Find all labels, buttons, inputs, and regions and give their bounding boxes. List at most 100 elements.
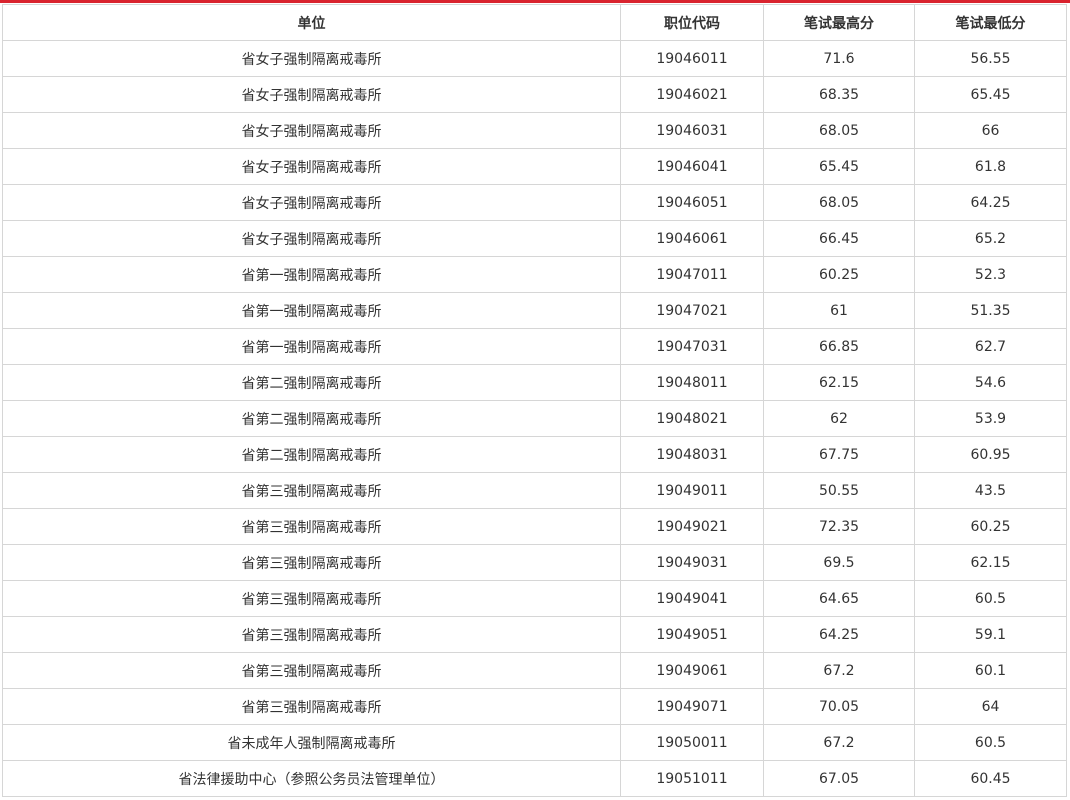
cell-unit: 省第一强制隔离戒毒所 (2, 292, 621, 329)
table-row: 省女子强制隔离戒毒所 19046021 68.35 65.45 (2, 76, 1067, 113)
header-row: 单位 职位代码 笔试最高分 笔试最低分 (2, 4, 1067, 41)
cell-position-code: 19048011 (620, 364, 764, 401)
page: 单位 职位代码 笔试最高分 笔试最低分 省女子强制隔离戒毒所 19046011 71… (0, 0, 1070, 800)
table-row: 省法律援助中心（参照公务员法管理单位） 19051011 67.05 60.45 (2, 760, 1067, 797)
table-row: 省第二强制隔离戒毒所 19048031 67.75 60.95 (2, 436, 1067, 473)
cell-position-code: 19048021 (620, 400, 764, 437)
table-row: 省第二强制隔离戒毒所 19048011 62.15 54.6 (2, 364, 1067, 401)
cell-unit: 省未成年人强制隔离戒毒所 (2, 724, 621, 761)
cell-lowest-score: 64 (914, 688, 1067, 725)
cell-position-code: 19046041 (620, 148, 764, 185)
cell-highest-score: 66.45 (763, 220, 915, 257)
cell-position-code: 19051011 (620, 760, 764, 797)
cell-lowest-score: 43.5 (914, 472, 1067, 509)
cell-highest-score: 71.6 (763, 40, 915, 77)
table-row: 省第三强制隔离戒毒所 19049031 69.5 62.15 (2, 544, 1067, 581)
cell-unit: 省女子强制隔离戒毒所 (2, 112, 621, 149)
cell-position-code: 19050011 (620, 724, 764, 761)
cell-lowest-score: 64.25 (914, 184, 1067, 221)
header-unit: 单位 (2, 4, 621, 41)
score-table-body: 省女子强制隔离戒毒所 19046011 71.6 56.55 省女子强制隔离戒毒所 190… (2, 40, 1067, 797)
header-highest-score: 笔试最高分 (763, 4, 915, 41)
cell-unit: 省第三强制隔离戒毒所 (2, 472, 621, 509)
cell-position-code: 19047031 (620, 328, 764, 365)
cell-position-code: 19049011 (620, 472, 764, 509)
cell-highest-score: 67.75 (763, 436, 915, 473)
header-position-code: 职位代码 (620, 4, 764, 41)
table-row: 省第一强制隔离戒毒所 19047011 60.25 52.3 (2, 256, 1067, 293)
cell-highest-score: 68.35 (763, 76, 915, 113)
cell-lowest-score: 60.1 (914, 652, 1067, 689)
cell-lowest-score: 60.5 (914, 580, 1067, 617)
cell-lowest-score: 62.7 (914, 328, 1067, 365)
cell-position-code: 19048031 (620, 436, 764, 473)
cell-highest-score: 67.2 (763, 724, 915, 761)
cell-position-code: 19046061 (620, 220, 764, 257)
cell-unit: 省第三强制隔离戒毒所 (2, 580, 621, 617)
cell-lowest-score: 65.45 (914, 76, 1067, 113)
table-row: 省第三强制隔离戒毒所 19049051 64.25 59.1 (2, 616, 1067, 653)
cell-position-code: 19049031 (620, 544, 764, 581)
cell-unit: 省第三强制隔离戒毒所 (2, 544, 621, 581)
cell-lowest-score: 60.95 (914, 436, 1067, 473)
cell-position-code: 19046021 (620, 76, 764, 113)
cell-unit: 省女子强制隔离戒毒所 (2, 40, 621, 77)
cell-position-code: 19049021 (620, 508, 764, 545)
cell-highest-score: 67.2 (763, 652, 915, 689)
cell-position-code: 19049071 (620, 688, 764, 725)
cell-lowest-score: 53.9 (914, 400, 1067, 437)
score-table-header: 单位 职位代码 笔试最高分 笔试最低分 (2, 4, 1067, 41)
cell-highest-score: 64.65 (763, 580, 915, 617)
cell-highest-score: 67.05 (763, 760, 915, 797)
table-row: 省第三强制隔离戒毒所 19049061 67.2 60.1 (2, 652, 1067, 689)
cell-highest-score: 68.05 (763, 112, 915, 149)
cell-highest-score: 68.05 (763, 184, 915, 221)
cell-lowest-score: 60.45 (914, 760, 1067, 797)
cell-highest-score: 66.85 (763, 328, 915, 365)
table-row: 省第三强制隔离戒毒所 19049071 70.05 64 (2, 688, 1067, 725)
table-row: 省第一强制隔离戒毒所 19047031 66.85 62.7 (2, 328, 1067, 365)
cell-position-code: 19046051 (620, 184, 764, 221)
cell-unit: 省第三强制隔离戒毒所 (2, 652, 621, 689)
cell-unit: 省女子强制隔离戒毒所 (2, 184, 621, 221)
cell-highest-score: 65.45 (763, 148, 915, 185)
cell-unit: 省第三强制隔离戒毒所 (2, 688, 621, 725)
table-row: 省女子强制隔离戒毒所 19046011 71.6 56.55 (2, 40, 1067, 77)
cell-position-code: 19047021 (620, 292, 764, 329)
cell-unit: 省第二强制隔离戒毒所 (2, 364, 621, 401)
cell-unit: 省第二强制隔离戒毒所 (2, 400, 621, 437)
cell-position-code: 19049061 (620, 652, 764, 689)
table-row: 省第三强制隔离戒毒所 19049011 50.55 43.5 (2, 472, 1067, 509)
cell-lowest-score: 60.5 (914, 724, 1067, 761)
table-row: 省第三强制隔离戒毒所 19049021 72.35 60.25 (2, 508, 1067, 545)
score-table: 单位 职位代码 笔试最高分 笔试最低分 省女子强制隔离戒毒所 19046011 71… (2, 4, 1067, 797)
top-accent-line (0, 0, 1070, 3)
table-row: 省第二强制隔离戒毒所 19048021 62 53.9 (2, 400, 1067, 437)
cell-highest-score: 69.5 (763, 544, 915, 581)
cell-lowest-score: 59.1 (914, 616, 1067, 653)
table-row: 省第一强制隔离戒毒所 19047021 61 51.35 (2, 292, 1067, 329)
cell-unit: 省法律援助中心（参照公务员法管理单位） (2, 760, 621, 797)
cell-lowest-score: 62.15 (914, 544, 1067, 581)
cell-lowest-score: 61.8 (914, 148, 1067, 185)
table-row: 省第三强制隔离戒毒所 19049041 64.65 60.5 (2, 580, 1067, 617)
cell-highest-score: 62.15 (763, 364, 915, 401)
cell-highest-score: 64.25 (763, 616, 915, 653)
cell-highest-score: 60.25 (763, 256, 915, 293)
cell-position-code: 19049051 (620, 616, 764, 653)
cell-lowest-score: 60.25 (914, 508, 1067, 545)
cell-unit: 省女子强制隔离戒毒所 (2, 76, 621, 113)
cell-position-code: 19046031 (620, 112, 764, 149)
cell-position-code: 19047011 (620, 256, 764, 293)
cell-unit: 省第三强制隔离戒毒所 (2, 616, 621, 653)
cell-highest-score: 50.55 (763, 472, 915, 509)
table-row: 省未成年人强制隔离戒毒所 19050011 67.2 60.5 (2, 724, 1067, 761)
cell-unit: 省第二强制隔离戒毒所 (2, 436, 621, 473)
cell-lowest-score: 54.6 (914, 364, 1067, 401)
header-lowest-score: 笔试最低分 (914, 4, 1067, 41)
table-row: 省女子强制隔离戒毒所 19046061 66.45 65.2 (2, 220, 1067, 257)
table-row: 省女子强制隔离戒毒所 19046051 68.05 64.25 (2, 184, 1067, 221)
cell-lowest-score: 52.3 (914, 256, 1067, 293)
cell-highest-score: 62 (763, 400, 915, 437)
table-row: 省女子强制隔离戒毒所 19046031 68.05 66 (2, 112, 1067, 149)
